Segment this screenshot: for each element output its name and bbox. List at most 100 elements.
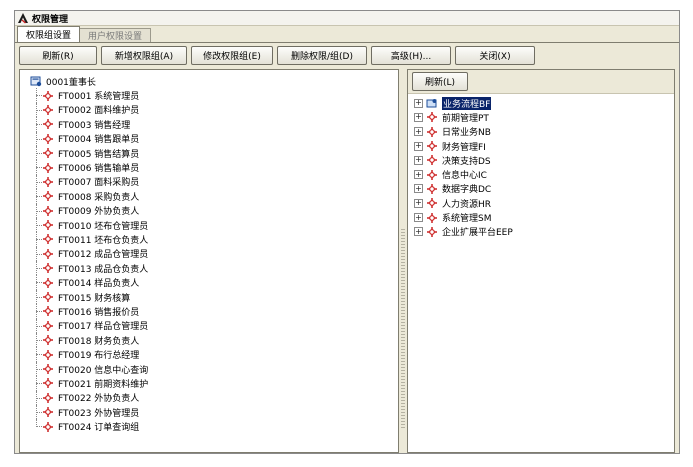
tree-node-label: FT0020 信息中心查询: [58, 365, 149, 376]
role-icon: [43, 90, 53, 101]
tree-node[interactable]: FT0002 面料维护员: [30, 102, 398, 118]
tree-node[interactable]: FT0018 财务负责人: [30, 333, 398, 348]
module-node-label: 决策支持DS: [442, 156, 491, 167]
tree-node[interactable]: FT0019 布行总经理: [30, 347, 398, 363]
delete-group-button[interactable]: 删除权限/组(D): [277, 46, 367, 65]
tree-node-label: FT0006 销售输单员: [58, 164, 140, 175]
role-icon: [43, 421, 53, 432]
tree-node-label: FT0001 系统管理员: [58, 92, 140, 103]
expand-plus-icon[interactable]: +: [414, 98, 423, 108]
tab-group-settings-label: 权限组设置: [26, 31, 72, 41]
tree-node[interactable]: FT0024 订单查询组: [30, 419, 398, 433]
module-node-label: 数据字典DC: [442, 185, 492, 196]
role-icon: [43, 119, 53, 130]
module-icon: [427, 212, 437, 223]
tree-node-label: FT0013 成品仓负责人: [58, 264, 149, 275]
module-node[interactable]: + 财务管理FI: [414, 139, 674, 153]
module-node-label-selected: 业务流程BF: [442, 96, 492, 110]
module-node[interactable]: + 人力资源HR: [414, 196, 674, 210]
module-tree-panel[interactable]: 刷新(L) + 业务流程BF + 前期管理PT + 日常业务NB + 财务管理FI +…: [407, 69, 675, 453]
module-node[interactable]: + 信息中心IC: [414, 167, 674, 181]
role-icon: [43, 191, 53, 202]
role-icon: [43, 220, 53, 231]
module-icon: [427, 126, 437, 137]
tree-node[interactable]: FT0015 财务核算: [30, 289, 398, 305]
module-icon: [427, 169, 437, 180]
group-tree: 0001董事长 FT0001 系统管理员 FT0002 面料维护员 FT0003…: [20, 70, 398, 434]
close-button[interactable]: 关闭(X): [455, 46, 535, 65]
module-icon: [427, 141, 437, 152]
module-node[interactable]: + 企业扩展平台EEP: [414, 225, 674, 239]
expand-plus-icon[interactable]: +: [414, 170, 423, 180]
tree-node[interactable]: FT0017 样品仓管理员: [30, 318, 398, 334]
tree-node[interactable]: FT0008 采购负责人: [30, 189, 398, 204]
tree-node-label: FT0015 财务核算: [58, 293, 131, 304]
role-icon: [43, 407, 53, 418]
tree-node[interactable]: FT0014 样品负责人: [30, 275, 398, 291]
tree-node[interactable]: FT0013 成品仓负责人: [30, 261, 398, 276]
tree-node[interactable]: FT0007 面料采购员: [30, 174, 398, 190]
role-icon: [43, 205, 53, 216]
toolbar: 刷新(R) 新增权限组(A) 修改权限组(E) 删除权限/组(D) 高级(H).…: [15, 42, 679, 68]
window-title: 权限管理: [32, 14, 69, 25]
tree-node-label: FT0004 销售跟单员: [58, 135, 140, 146]
role-icon: [43, 234, 53, 245]
module-node[interactable]: + 决策支持DS: [414, 153, 674, 167]
module-node[interactable]: + 系统管理SM: [414, 210, 674, 224]
tree-node-label: FT0011 坯布仓负责人: [58, 235, 149, 246]
edit-group-button[interactable]: 修改权限组(E): [191, 46, 273, 65]
module-icon: [427, 226, 437, 237]
tree-node[interactable]: FT0023 外协管理员: [30, 404, 398, 420]
expand-plus-icon[interactable]: +: [414, 141, 423, 151]
tab-user-permissions[interactable]: 用户权限设置: [79, 28, 152, 42]
role-icon: [43, 133, 53, 144]
tree-node[interactable]: FT0022 外协负责人: [30, 390, 398, 406]
expand-plus-icon[interactable]: +: [414, 213, 423, 223]
expand-plus-icon[interactable]: +: [414, 184, 423, 194]
group-icon: [30, 76, 42, 87]
module-node-label: 日常业务NB: [442, 128, 491, 139]
tree-node[interactable]: FT0004 销售跟单员: [30, 131, 398, 147]
advanced-button[interactable]: 高级(H)...: [371, 46, 451, 65]
tree-root[interactable]: 0001董事长: [30, 74, 398, 88]
refresh-button[interactable]: 刷新(R): [19, 46, 97, 65]
title-bar: 权限管理: [15, 11, 679, 26]
tree-node[interactable]: FT0010 坯布仓管理员: [30, 217, 398, 233]
expand-plus-icon[interactable]: +: [414, 155, 423, 165]
module-node[interactable]: + 前期管理PT: [414, 110, 674, 124]
tree-node-label: FT0022 外协负责人: [58, 394, 140, 405]
permission-window: 权限管理 权限组设置 用户权限设置 刷新(R) 新增权限组(A) 修改权限组(E…: [14, 10, 680, 454]
tree-node-label: FT0024 订单查询组: [58, 423, 140, 434]
tree-node[interactable]: FT0001 系统管理员: [30, 88, 398, 104]
tree-node-label: FT0017 样品仓管理员: [58, 322, 149, 333]
tree-node[interactable]: FT0021 前期资料维护: [30, 376, 398, 391]
add-group-button[interactable]: 新增权限组(A): [101, 46, 187, 65]
group-tree-panel[interactable]: 0001董事长 FT0001 系统管理员 FT0002 面料维护员 FT0003…: [19, 69, 399, 453]
role-icon: [43, 263, 53, 274]
tree-node-label: FT0008 采购负责人: [58, 192, 140, 203]
tree-node-label: FT0003 销售经理: [58, 120, 131, 131]
expand-plus-icon[interactable]: +: [414, 227, 423, 237]
tab-group-settings[interactable]: 权限组设置: [17, 26, 81, 42]
tree-node[interactable]: FT0005 销售结算员: [30, 145, 398, 161]
module-node[interactable]: + 业务流程BF: [414, 96, 674, 110]
module-node-label: 财务管理FI: [442, 142, 486, 153]
module-refresh-button[interactable]: 刷新(L): [412, 72, 468, 91]
role-icon: [43, 148, 53, 159]
module-node[interactable]: + 日常业务NB: [414, 125, 674, 139]
module-node[interactable]: + 数据字典DC: [414, 182, 674, 196]
module-node-label: 前期管理PT: [442, 113, 489, 124]
tree-node[interactable]: FT0016 销售报价员: [30, 304, 398, 320]
tree-node[interactable]: FT0006 销售输单员: [30, 160, 398, 176]
tree-node[interactable]: FT0011 坯布仓负责人: [30, 232, 398, 248]
tree-node[interactable]: FT0003 销售经理: [30, 117, 398, 132]
pane-splitter[interactable]: [399, 69, 407, 453]
tree-node-label: FT0023 外协管理员: [58, 408, 140, 419]
tree-node[interactable]: FT0020 信息中心查询: [30, 361, 398, 377]
expand-plus-icon[interactable]: +: [414, 198, 423, 208]
tree-node[interactable]: FT0012 成品仓管理员: [30, 246, 398, 262]
expand-plus-icon[interactable]: +: [414, 127, 423, 137]
expand-plus-icon[interactable]: +: [414, 112, 423, 122]
tree-node-label: FT0021 前期资料维护: [58, 379, 149, 390]
tree-node[interactable]: FT0009 外协负责人: [30, 203, 398, 219]
